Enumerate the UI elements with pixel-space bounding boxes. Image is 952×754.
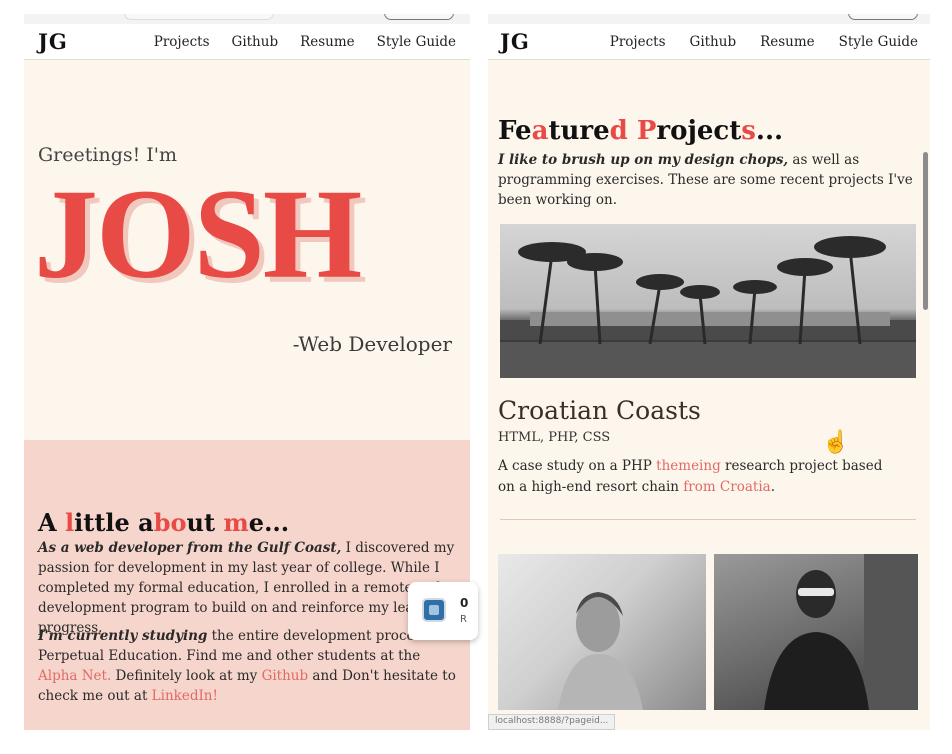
nav-links: Projects Github Resume Style Guide <box>154 34 456 50</box>
croatia-link[interactable]: from Croatia <box>683 479 770 495</box>
nav-links: Projects Github Resume Style Guide <box>610 34 918 50</box>
project-image-croatian-coasts[interactable] <box>500 224 916 378</box>
themeing-link[interactable]: themeing <box>656 458 721 474</box>
app-icon <box>422 598 446 622</box>
nav-link-style-guide[interactable]: Style Guide <box>839 34 918 50</box>
project-description: A case study on a PHP themeing research … <box>498 458 883 495</box>
about-title: A little about me... <box>38 508 290 537</box>
section-divider <box>500 519 916 520</box>
portrait-illustration-2 <box>764 554 918 710</box>
site-nav: JG Projects Github Resume Style Guide <box>488 24 930 60</box>
site-logo[interactable]: JG <box>500 29 530 54</box>
project-tags: HTML, PHP, CSS <box>498 430 611 445</box>
right-browser-window: JG Projects Github Resume Style Guide Fe… <box>488 14 930 730</box>
address-bar[interactable] <box>124 14 274 20</box>
featured-projects-intro: I like to brush up on my design chops, a… <box>498 152 913 208</box>
browser-top-strip <box>488 14 930 24</box>
site-nav: JG Projects Github Resume Style Guide <box>24 24 470 60</box>
left-browser-window: JG Projects Github Resume Style Guide Gr… <box>24 14 470 730</box>
browser-button[interactable] <box>384 14 454 20</box>
github-link[interactable]: Github <box>262 668 309 684</box>
notification-subtext: R <box>460 614 467 625</box>
nav-link-projects[interactable]: Projects <box>154 34 210 50</box>
hero-role: -Web Developer <box>292 332 452 356</box>
nav-link-github[interactable]: Github <box>690 34 737 50</box>
project-title[interactable]: Croatian Coasts <box>498 396 701 425</box>
scrollbar-thumb[interactable] <box>923 152 928 310</box>
nav-link-projects[interactable]: Projects <box>610 34 666 50</box>
project-thumbnail-2[interactable] <box>714 554 918 710</box>
hero-name: JOSH <box>34 163 362 305</box>
site-logo[interactable]: JG <box>38 29 68 54</box>
notification-popup[interactable]: 0 R <box>408 582 478 640</box>
featured-projects-title: Featured Projects... <box>498 116 784 146</box>
about-section: A little about me... As a web developer … <box>24 440 470 730</box>
nav-link-github[interactable]: Github <box>232 34 279 50</box>
browser-button[interactable] <box>848 14 918 20</box>
linkedin-link[interactable]: LinkedIn! <box>152 688 218 704</box>
nav-link-style-guide[interactable]: Style Guide <box>377 34 456 50</box>
alpha-net-link[interactable]: Alpha Net. <box>38 668 111 684</box>
about-paragraph-2: I'm currently studying the entire develo… <box>38 628 456 704</box>
browser-top-strip <box>24 14 470 24</box>
status-bar-url: localhost:8888/?pageid... <box>488 714 616 730</box>
portrait-illustration-1 <box>558 592 643 710</box>
palm-resort-illustration <box>500 236 916 378</box>
nav-link-resume[interactable]: Resume <box>760 34 815 50</box>
nav-link-resume[interactable]: Resume <box>300 34 355 50</box>
about-paragraph-1: As a web developer from the Gulf Coast, … <box>38 540 455 636</box>
hand-pointer-icon: ☝ <box>822 430 850 455</box>
notification-text: 0 <box>460 596 469 610</box>
project-thumbnail-1[interactable] <box>498 554 706 710</box>
